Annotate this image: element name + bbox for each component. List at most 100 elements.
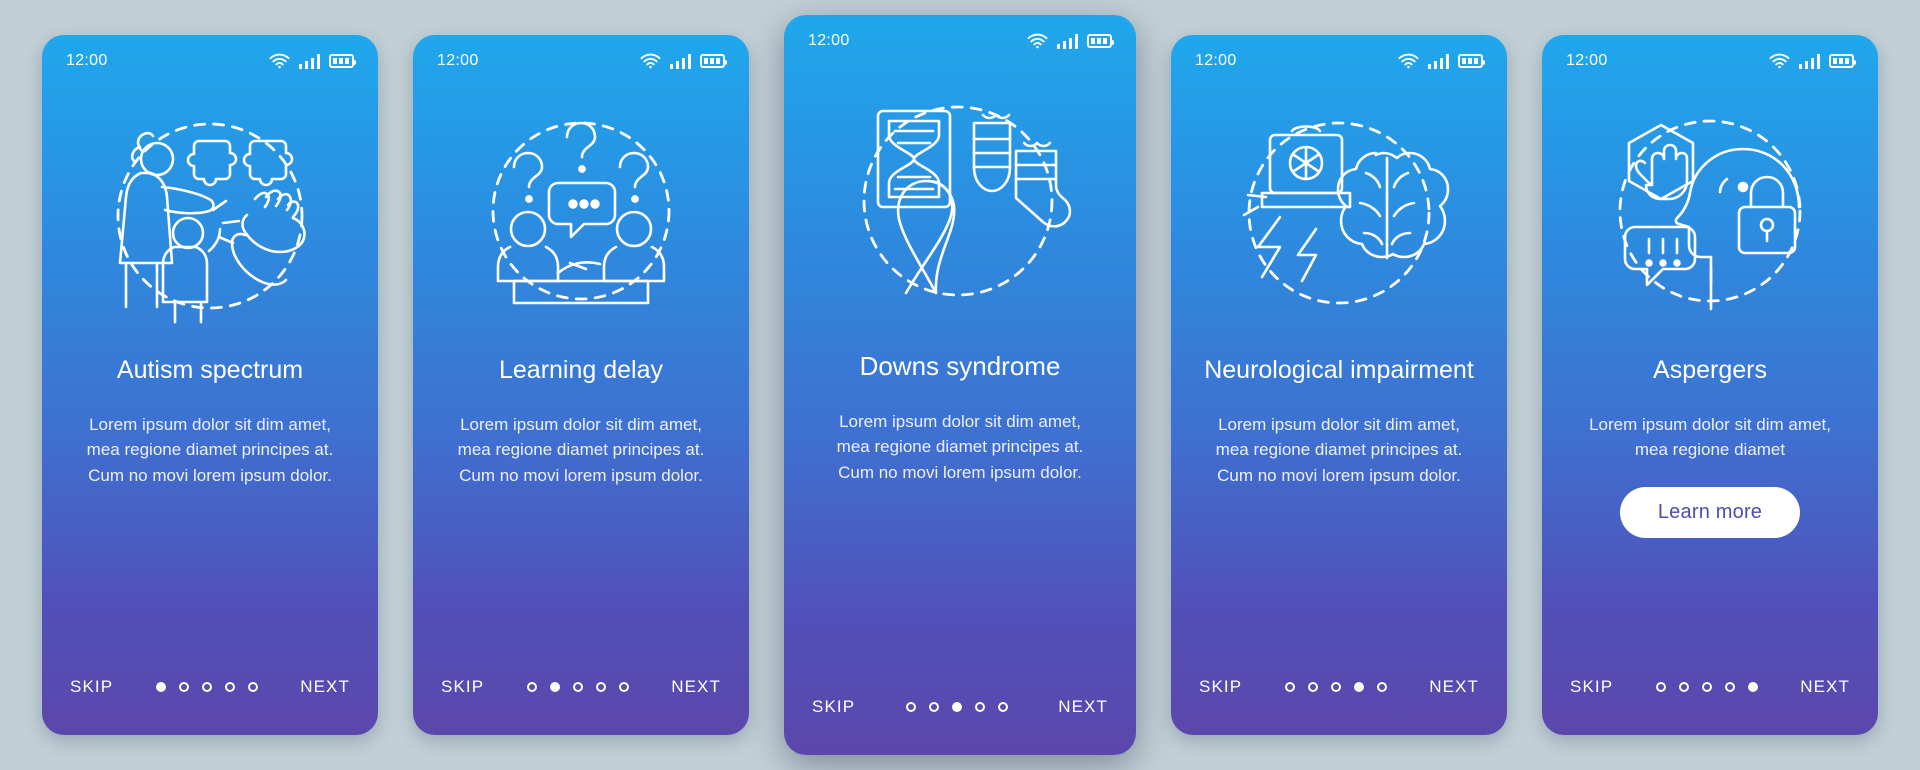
pagination-dot-4[interactable] bbox=[595, 682, 606, 692]
pagination-dot-4[interactable] bbox=[224, 682, 235, 692]
wifi-icon bbox=[1027, 33, 1048, 49]
skip-button[interactable]: SKIP bbox=[70, 677, 113, 697]
status-bar: 12:00 bbox=[784, 15, 1136, 67]
status-bar-icons bbox=[1027, 33, 1114, 49]
pagination-dot-2[interactable] bbox=[1307, 682, 1318, 692]
status-bar-icons bbox=[1398, 53, 1485, 69]
pagination-dot-1[interactable] bbox=[1284, 682, 1295, 692]
next-button[interactable]: NEXT bbox=[1800, 677, 1850, 697]
screen-footer: SKIP NEXT bbox=[42, 639, 378, 735]
pagination-dot-5[interactable] bbox=[247, 682, 258, 692]
cellular-signal-icon bbox=[669, 53, 691, 69]
pagination-dot-1[interactable] bbox=[155, 682, 166, 692]
screen-copy: Downs syndrome Lorem ipsum dolor sit dim… bbox=[784, 345, 1136, 659]
onboarding-screens-row: 12:00 Autism spectrum Lorem ipsum dolor … bbox=[0, 15, 1920, 755]
screen-footer: SKIP NEXT bbox=[784, 659, 1136, 755]
wifi-icon bbox=[269, 53, 290, 69]
status-bar: 12:00 bbox=[42, 35, 378, 87]
status-bar: 12:00 bbox=[413, 35, 749, 87]
pagination-dot-2[interactable] bbox=[178, 682, 189, 692]
pagination-dots bbox=[905, 702, 1008, 712]
illustration-stop-hand-head-lock-speech-bubble-icon bbox=[1542, 87, 1878, 349]
cellular-signal-icon bbox=[1427, 53, 1449, 69]
page-description: Lorem ipsum dolor sit dim amet, mea regi… bbox=[457, 414, 705, 485]
page-description: Lorem ipsum dolor sit dim amet, mea regi… bbox=[86, 414, 334, 485]
next-button[interactable]: NEXT bbox=[671, 677, 721, 697]
status-bar: 12:00 bbox=[1171, 35, 1507, 87]
pagination-dot-3[interactable] bbox=[951, 702, 962, 712]
pagination-dot-5[interactable] bbox=[1747, 682, 1758, 692]
learn-more-button[interactable]: Learn more bbox=[1619, 486, 1801, 538]
screen-footer: SKIP NEXT bbox=[1542, 639, 1878, 735]
status-bar-clock: 12:00 bbox=[1566, 52, 1608, 69]
skip-button[interactable]: SKIP bbox=[1570, 677, 1613, 697]
onboarding-screen-neurological-impairment: 12:00 Neurological impairment Lorem ipsu… bbox=[1171, 35, 1507, 735]
page-title: Aspergers bbox=[1653, 356, 1767, 384]
illustration-mother-child-puzzle-clapping-hands-icon bbox=[42, 87, 378, 349]
pagination-dot-5[interactable] bbox=[618, 682, 629, 692]
pagination-dot-3[interactable] bbox=[201, 682, 212, 692]
pagination-dot-1[interactable] bbox=[526, 682, 537, 692]
screen-footer: SKIP NEXT bbox=[1171, 639, 1507, 735]
screen-copy: Aspergers Lorem ipsum dolor sit dim amet… bbox=[1542, 349, 1878, 639]
battery-icon bbox=[1087, 34, 1114, 48]
wifi-icon bbox=[1769, 53, 1790, 69]
page-title: Neurological impairment bbox=[1204, 356, 1474, 384]
onboarding-screen-aspergers: 12:00 Aspergers Lorem ipsum dolor sit di… bbox=[1542, 35, 1878, 735]
screen-copy: Autism spectrum Lorem ipsum dolor sit di… bbox=[42, 349, 378, 639]
pagination-dots bbox=[1655, 682, 1758, 692]
status-bar-clock: 12:00 bbox=[808, 32, 850, 49]
wifi-icon bbox=[1398, 53, 1419, 69]
pagination-dot-3[interactable] bbox=[572, 682, 583, 692]
next-button[interactable]: NEXT bbox=[1429, 677, 1479, 697]
pagination-dots bbox=[1284, 682, 1387, 692]
screen-copy: Neurological impairment Lorem ipsum dolo… bbox=[1171, 349, 1507, 639]
battery-icon bbox=[700, 54, 727, 68]
onboarding-screen-learning-delay: 12:00 Learning delay Lorem ipsum dolor s… bbox=[413, 35, 749, 735]
next-button[interactable]: NEXT bbox=[1058, 697, 1108, 717]
pagination-dot-4[interactable] bbox=[1353, 682, 1364, 692]
cellular-signal-icon bbox=[298, 53, 320, 69]
status-bar-icons bbox=[640, 53, 727, 69]
illustration-brain-lightning-lamp-icon bbox=[1171, 87, 1507, 349]
status-bar-clock: 12:00 bbox=[66, 52, 108, 69]
wifi-icon bbox=[640, 53, 661, 69]
skip-button[interactable]: SKIP bbox=[812, 697, 855, 717]
status-bar-clock: 12:00 bbox=[1195, 52, 1237, 69]
status-bar-clock: 12:00 bbox=[437, 52, 479, 69]
pagination-dots bbox=[155, 682, 258, 692]
battery-icon bbox=[1458, 54, 1485, 68]
page-title: Learning delay bbox=[498, 356, 663, 384]
battery-icon bbox=[329, 54, 356, 68]
pagination-dot-4[interactable] bbox=[1724, 682, 1735, 692]
page-description: Lorem ipsum dolor sit dim amet, mea regi… bbox=[1589, 414, 1831, 460]
page-description: Lorem ipsum dolor sit dim amet, mea regi… bbox=[1215, 414, 1463, 485]
page-title: Autism spectrum bbox=[116, 356, 304, 384]
skip-button[interactable]: SKIP bbox=[1199, 677, 1242, 697]
status-bar-icons bbox=[269, 53, 356, 69]
page-description: Lorem ipsum dolor sit dim amet, mea regi… bbox=[836, 411, 1084, 482]
onboarding-screen-autism-spectrum: 12:00 Autism spectrum Lorem ipsum dolor … bbox=[42, 35, 378, 735]
pagination-dot-2[interactable] bbox=[928, 702, 939, 712]
battery-icon bbox=[1829, 54, 1856, 68]
pagination-dot-4[interactable] bbox=[974, 702, 985, 712]
next-button[interactable]: NEXT bbox=[300, 677, 350, 697]
status-bar: 12:00 bbox=[1542, 35, 1878, 87]
pagination-dot-1[interactable] bbox=[905, 702, 916, 712]
pagination-dot-3[interactable] bbox=[1701, 682, 1712, 692]
cellular-signal-icon bbox=[1056, 33, 1078, 49]
illustration-dna-hourglass-socks-ribbon-icon bbox=[784, 67, 1136, 345]
skip-button[interactable]: SKIP bbox=[441, 677, 484, 697]
screen-copy: Learning delay Lorem ipsum dolor sit dim… bbox=[413, 349, 749, 639]
status-bar-icons bbox=[1769, 53, 1856, 69]
onboarding-screen-downs-syndrome: 12:00 Downs syndrome Lorem ipsum dolor s… bbox=[784, 15, 1136, 755]
illustration-question-marks-people-speech-bubble-icon bbox=[413, 87, 749, 349]
pagination-dot-2[interactable] bbox=[549, 682, 560, 692]
pagination-dot-2[interactable] bbox=[1678, 682, 1689, 692]
pagination-dot-1[interactable] bbox=[1655, 682, 1666, 692]
pagination-dot-3[interactable] bbox=[1330, 682, 1341, 692]
page-title: Downs syndrome bbox=[859, 351, 1061, 381]
pagination-dots bbox=[526, 682, 629, 692]
pagination-dot-5[interactable] bbox=[997, 702, 1008, 712]
pagination-dot-5[interactable] bbox=[1376, 682, 1387, 692]
